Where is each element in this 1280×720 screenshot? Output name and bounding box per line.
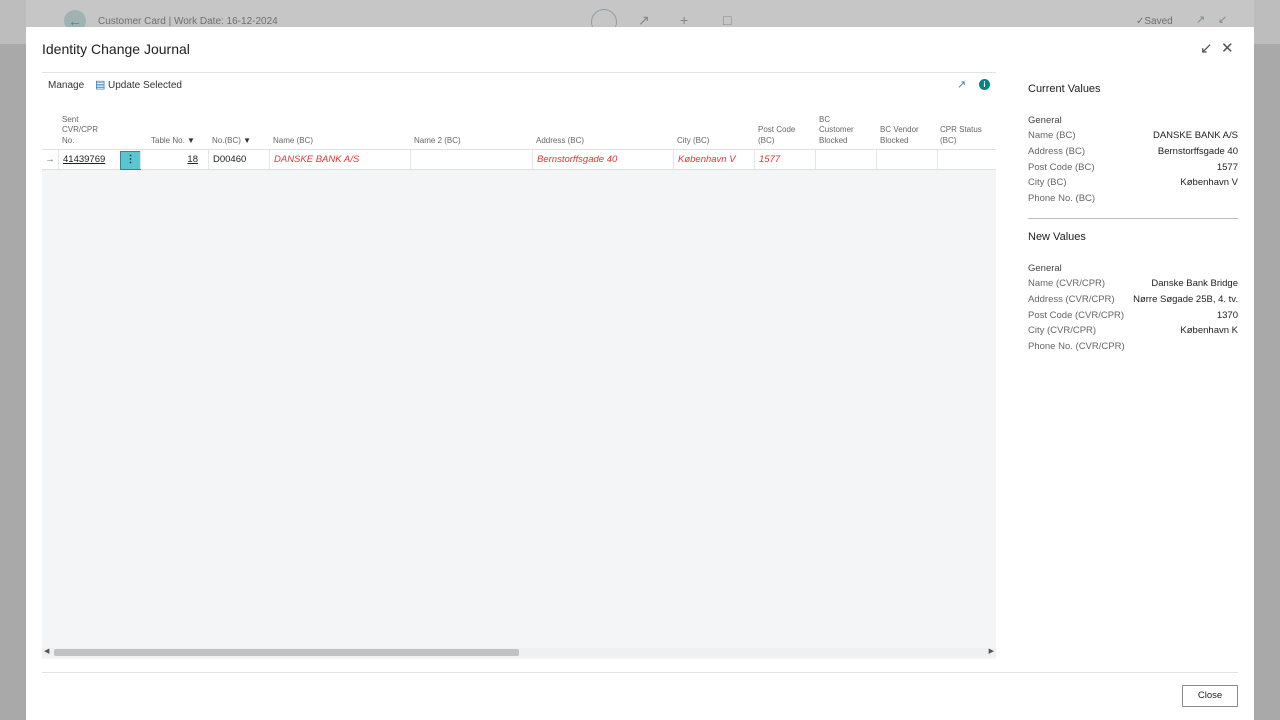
no-bc-cell[interactable]: D00460 xyxy=(208,150,273,169)
scroll-right-icon[interactable]: ▶ xyxy=(989,647,994,655)
footer-divider xyxy=(42,672,1238,673)
new-phone-row: Phone No. (CVR/CPR) xyxy=(1028,341,1125,352)
current-city-row: City (BC) København V xyxy=(1028,177,1238,188)
share-icon[interactable]: ↗ xyxy=(957,78,966,91)
table-row[interactable]: → 41439769 ⋮ 18 D00460 DANSKE BANK A/S B… xyxy=(42,149,996,170)
new-name-row: Name (CVR/CPR) Danske Bank Bridge xyxy=(1028,278,1238,289)
col-cpr-status-bc[interactable]: CPR Status (BC) xyxy=(940,125,982,146)
new-post-code-row: Post Code (CVR/CPR) 1370 xyxy=(1028,310,1238,321)
col-bc-vendor-blocked[interactable]: BC Vendor Blocked xyxy=(880,125,919,146)
current-values-group: General xyxy=(1028,115,1062,126)
col-no-bc[interactable]: No.(BC) ▼ xyxy=(212,136,251,147)
background-page-title: Customer Card | Work Date: 16-12-2024 xyxy=(98,16,278,27)
factbox-divider xyxy=(1028,218,1238,219)
info-icon[interactable]: i xyxy=(979,79,990,90)
plus-icon: + xyxy=(680,12,689,28)
new-values-heading: New Values xyxy=(1028,231,1086,243)
current-name-row: Name (BC) DANSKE BANK A/S xyxy=(1028,130,1238,141)
journal-grid: Sent CVR/CPR No. Table No. ▼ No.(BC) ▼ Nam… xyxy=(42,99,996,659)
current-values-heading: Current Values xyxy=(1028,83,1101,95)
new-values-group: General xyxy=(1028,263,1062,274)
minimize-icon[interactable]: ↙ xyxy=(1200,39,1213,57)
bc-customer-blocked-cell[interactable] xyxy=(815,150,876,169)
close-icon[interactable]: ✕ xyxy=(1221,39,1234,57)
address-bc-cell[interactable]: Bernstorffsgade 40 xyxy=(532,150,677,169)
col-table-no[interactable]: Table No. ▼ xyxy=(151,136,195,147)
col-name2-bc[interactable]: Name 2 (BC) xyxy=(414,136,461,147)
update-selected-button[interactable]: Update Selected xyxy=(108,80,182,91)
row-arrow-icon: → xyxy=(45,154,55,165)
col-name-bc[interactable]: Name (BC) xyxy=(273,136,313,147)
col-post-code-bc[interactable]: Post Code (BC) xyxy=(758,125,795,146)
col-sent-cvr[interactable]: Sent CVR/CPR No. xyxy=(62,115,98,147)
horizontal-scrollbar[interactable]: ◀ ▶ xyxy=(42,648,996,657)
grid-header: Sent CVR/CPR No. Table No. ▼ No.(BC) ▼ Nam… xyxy=(42,99,996,149)
new-address-row: Address (CVR/CPR) Nørre Søgade 25B, 4. t… xyxy=(1028,294,1238,305)
name-bc-cell[interactable]: DANSKE BANK A/S xyxy=(269,150,414,169)
bc-vendor-blocked-cell[interactable] xyxy=(876,150,937,169)
city-bc-cell[interactable]: København V xyxy=(673,150,758,169)
identity-change-journal-dialog: Identity Change Journal ↙ ✕ Manage ▤ Upd… xyxy=(26,27,1254,720)
post-code-bc-cell[interactable]: 1577 xyxy=(754,150,819,169)
cpr-status-bc-cell[interactable] xyxy=(937,150,997,169)
dialog-title: Identity Change Journal xyxy=(42,41,190,57)
action-bar: Manage ▤ Update Selected ↗ i xyxy=(42,72,996,100)
close-button[interactable]: Close xyxy=(1182,685,1238,707)
scroll-left-icon[interactable]: ◀ xyxy=(44,647,49,655)
scrollbar-thumb[interactable] xyxy=(54,649,519,656)
filter-icon: ▼ xyxy=(187,135,195,145)
open-new-icon: ↗ xyxy=(1196,14,1206,26)
current-address-row: Address (BC) Bernstorffsgade 40 xyxy=(1028,146,1238,157)
current-post-code-row: Post Code (BC) 1577 xyxy=(1028,162,1238,173)
name2-bc-cell[interactable] xyxy=(410,150,536,169)
saved-status: ✓Saved xyxy=(1136,16,1173,27)
collapse-icon: ↙ xyxy=(1218,14,1228,26)
current-phone-row: Phone No. (BC) xyxy=(1028,193,1096,204)
col-bc-customer-blocked[interactable]: BC Customer Blocked xyxy=(819,115,854,147)
delete-icon: □ xyxy=(723,12,732,28)
manage-menu[interactable]: Manage xyxy=(48,80,84,91)
update-icon: ▤ xyxy=(95,79,106,91)
col-address-bc[interactable]: Address (BC) xyxy=(536,136,584,147)
col-city-bc[interactable]: City (BC) xyxy=(677,136,709,147)
new-city-row: City (CVR/CPR) København K xyxy=(1028,325,1238,336)
filter-icon: ▼ xyxy=(243,135,252,145)
more-options-icon[interactable]: ⋮ xyxy=(120,151,141,170)
table-no-cell[interactable]: 18 xyxy=(140,150,202,169)
